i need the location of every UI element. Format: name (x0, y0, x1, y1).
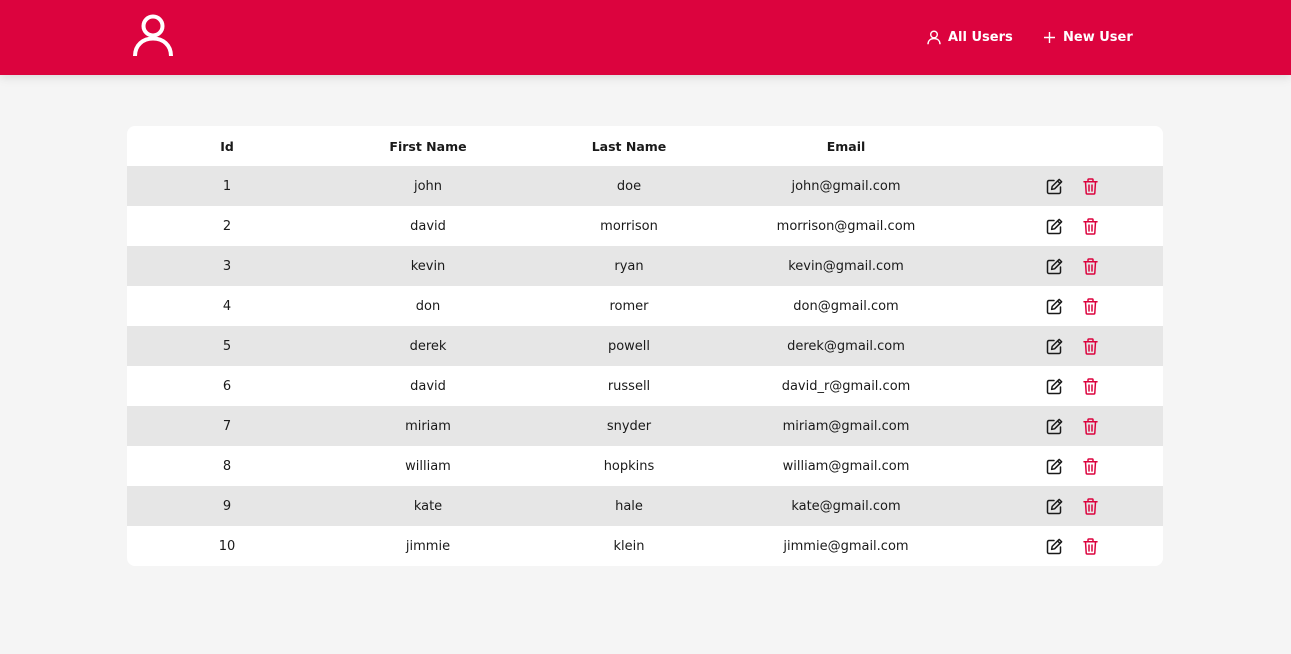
id-cell: 5 (222, 338, 232, 354)
column-header-last-name: Last Name (591, 138, 667, 154)
first-name-cell: kate (413, 498, 443, 514)
last-name-cell: doe (616, 178, 642, 194)
row-actions (1027, 326, 1117, 366)
table-row: 1 john doe john@gmail.com (127, 166, 1163, 206)
id-cell: 4 (222, 298, 232, 314)
edit-icon[interactable] (1044, 216, 1064, 236)
row-actions (1027, 366, 1117, 406)
first-name-cell: derek (409, 338, 447, 354)
row-actions (1027, 446, 1117, 486)
table-row: 9 kate hale kate@gmail.com (127, 486, 1163, 526)
row-actions (1027, 526, 1117, 566)
edit-icon[interactable] (1044, 496, 1064, 516)
last-name-cell: snyder (606, 418, 652, 434)
user-icon[interactable] (131, 13, 175, 58)
table-row: 6 david russell david_r@gmail.com (127, 366, 1163, 406)
row-actions (1027, 286, 1117, 326)
last-name-cell: romer (609, 298, 649, 314)
row-actions (1027, 406, 1117, 446)
first-name-cell: david (410, 378, 446, 394)
last-name-cell: ryan (614, 258, 644, 274)
email-cell: kate@gmail.com (791, 498, 901, 514)
trash-icon[interactable] (1080, 456, 1100, 476)
first-name-cell: john (413, 178, 443, 194)
email-cell: derek@gmail.com (787, 338, 905, 354)
table-row: 5 derek powell derek@gmail.com (127, 326, 1163, 366)
trash-icon[interactable] (1080, 376, 1100, 396)
table-row: 8 william hopkins william@gmail.com (127, 446, 1163, 486)
trash-icon[interactable] (1080, 536, 1100, 556)
first-name-cell: william (405, 458, 451, 474)
email-cell: don@gmail.com (793, 298, 899, 314)
row-actions (1027, 166, 1117, 206)
edit-icon[interactable] (1044, 256, 1064, 276)
last-name-cell: klein (613, 538, 645, 554)
trash-icon[interactable] (1080, 496, 1100, 516)
table-row: 7 miriam snyder miriam@gmail.com (127, 406, 1163, 446)
column-header-email: Email (826, 138, 866, 154)
new-user-label: New User (1063, 30, 1133, 45)
id-cell: 8 (222, 458, 232, 474)
row-actions (1027, 486, 1117, 526)
table-row: 4 don romer don@gmail.com (127, 286, 1163, 326)
email-cell: miriam@gmail.com (782, 418, 910, 434)
id-cell: 3 (222, 258, 232, 274)
edit-icon[interactable] (1044, 176, 1064, 196)
first-name-cell: miriam (405, 418, 451, 434)
edit-icon[interactable] (1044, 336, 1064, 356)
trash-icon[interactable] (1080, 216, 1100, 236)
id-cell: 9 (222, 498, 232, 514)
trash-icon[interactable] (1080, 256, 1100, 276)
id-cell: 1 (222, 178, 232, 194)
email-cell: john@gmail.com (791, 178, 901, 194)
last-name-cell: powell (607, 338, 651, 354)
trash-icon[interactable] (1080, 416, 1100, 436)
trash-icon[interactable] (1080, 176, 1100, 196)
table-row: 2 david morrison morrison@gmail.com (127, 206, 1163, 246)
first-name-cell: david (410, 218, 446, 234)
first-name-cell: don (415, 298, 441, 314)
id-cell: 7 (222, 418, 232, 434)
row-actions (1027, 246, 1117, 286)
table-body: 1 john doe john@gmail.com 2 david morris… (127, 166, 1163, 566)
plus-icon (1044, 32, 1055, 43)
last-name-cell: morrison (600, 218, 658, 234)
row-actions (1027, 206, 1117, 246)
last-name-cell: hopkins (603, 458, 655, 474)
table-header-row: Id First Name Last Name Email (127, 126, 1163, 166)
last-name-cell: hale (615, 498, 643, 514)
top-navbar: All Users New User (0, 0, 1291, 75)
edit-icon[interactable] (1044, 536, 1064, 556)
first-name-cell: kevin (410, 258, 446, 274)
last-name-cell: russell (607, 378, 651, 394)
id-cell: 10 (218, 538, 236, 554)
new-user-link[interactable]: New User (1043, 0, 1133, 75)
first-name-cell: jimmie (405, 538, 451, 554)
trash-icon[interactable] (1080, 336, 1100, 356)
edit-icon[interactable] (1044, 376, 1064, 396)
email-cell: william@gmail.com (782, 458, 910, 474)
edit-icon[interactable] (1044, 416, 1064, 436)
email-cell: morrison@gmail.com (776, 218, 916, 234)
table-row: 10 jimmie klein jimmie@gmail.com (127, 526, 1163, 566)
edit-icon[interactable] (1044, 456, 1064, 476)
all-users-link[interactable]: All Users (927, 0, 1013, 75)
user-icon (927, 30, 941, 45)
email-cell: jimmie@gmail.com (783, 538, 909, 554)
trash-icon[interactable] (1080, 296, 1100, 316)
table-row: 3 kevin ryan kevin@gmail.com (127, 246, 1163, 286)
email-cell: david_r@gmail.com (781, 378, 911, 394)
users-table: Id First Name Last Name Email 1 john doe… (127, 126, 1163, 566)
email-cell: kevin@gmail.com (788, 258, 904, 274)
column-header-id: Id (220, 138, 234, 154)
column-header-first-name: First Name (389, 138, 467, 154)
id-cell: 6 (222, 378, 232, 394)
all-users-label: All Users (948, 30, 1013, 45)
edit-icon[interactable] (1044, 296, 1064, 316)
id-cell: 2 (222, 218, 232, 234)
